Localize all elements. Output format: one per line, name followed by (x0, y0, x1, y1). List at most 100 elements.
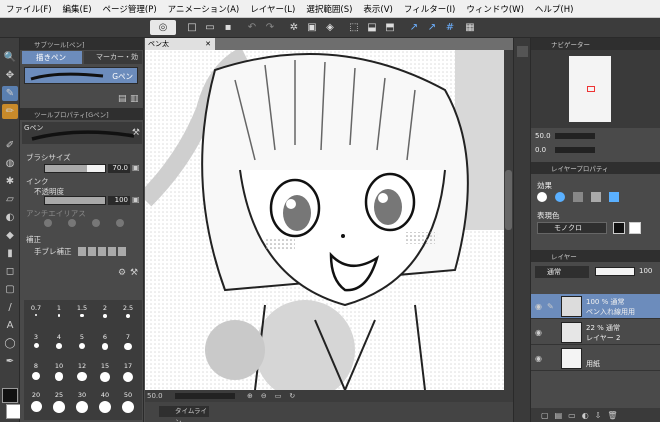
brush-size-preset[interactable]: 30 (72, 391, 92, 413)
layer-row[interactable]: ◉ 用紙 (531, 346, 660, 371)
zoom-slider[interactable] (175, 393, 235, 399)
frame-tool-icon[interactable]: ▢ (2, 282, 18, 297)
menu-view[interactable]: 表示(V) (363, 3, 392, 15)
menu-animation[interactable]: アニメーション(A) (168, 3, 240, 15)
layer-row[interactable]: ◉ ✎ 100 % 通常 ペン入れ線用用 (531, 294, 660, 319)
menu-select[interactable]: 選択範囲(S) (306, 3, 352, 15)
redo-icon[interactable]: ↷ (262, 20, 278, 35)
white-color-swatch[interactable] (629, 222, 641, 234)
close-tab-icon[interactable]: ✕ (205, 40, 211, 48)
decoration-tool-icon[interactable]: ✱ (2, 174, 18, 189)
document-tab[interactable]: ペン太 ✕ (145, 38, 215, 50)
eye-icon[interactable]: ◉ (535, 354, 544, 363)
menu-help[interactable]: ヘルプ(H) (535, 3, 574, 15)
brush-size-preset[interactable]: 4 (49, 333, 69, 355)
brush-size-preset[interactable]: 8 (26, 362, 46, 384)
delete-subtool-icon[interactable]: ▥ (130, 94, 140, 104)
eye-icon[interactable]: ◉ (535, 302, 544, 311)
antialias-options[interactable] (44, 219, 124, 229)
snap-grid-icon[interactable]: # (442, 20, 458, 35)
navigator-angle[interactable]: 0.0 (535, 146, 546, 154)
zoom-tool-icon[interactable]: 🔍 (2, 50, 18, 65)
merge-icon[interactable]: ⇩ (595, 411, 602, 420)
brush-size-preset[interactable]: 1.5 (72, 304, 92, 326)
save-icon[interactable]: ▪ (220, 20, 236, 35)
gradient-tool-icon[interactable]: ▮ (2, 246, 18, 261)
brush-size-slider[interactable] (44, 164, 106, 173)
navigator-zoom-slider[interactable] (555, 133, 595, 139)
figure-tool-icon[interactable]: ◻ (2, 264, 18, 279)
panel-toggle-icon[interactable] (517, 46, 528, 57)
navigator-view[interactable] (531, 50, 660, 128)
menu-layer[interactable]: レイヤー(L) (250, 3, 295, 15)
navigator-zoom[interactable]: 50.0 (535, 132, 551, 140)
new-vector-layer-icon[interactable]: ▤ (555, 411, 563, 420)
brush-size-preset[interactable]: 15 (95, 362, 115, 384)
move-tool-icon[interactable]: ✥ (2, 68, 18, 83)
menu-page[interactable]: ページ管理(P) (103, 3, 157, 15)
main-color-swatch[interactable] (2, 388, 18, 403)
pencil-tool-icon[interactable]: ✏ (2, 104, 18, 119)
opacity-lock-icon[interactable]: ▣ (132, 195, 140, 204)
delete-layer-icon[interactable]: 🗑 (607, 411, 617, 420)
opacity-slider[interactable] (44, 196, 106, 205)
brush-size-preset[interactable]: 2 (95, 304, 115, 326)
ruler-tool-icon[interactable]: / (2, 300, 18, 315)
layer-opacity-value[interactable]: 100 (639, 267, 652, 275)
zoom-out-icon[interactable]: ⊖ (261, 392, 267, 400)
tab-draw-pen[interactable]: 描きペン (22, 51, 82, 64)
brush-tool-icon[interactable]: ✐ (2, 138, 18, 153)
brush-size-preset[interactable]: 6 (95, 333, 115, 355)
brush-size-value[interactable]: 70.0 (108, 164, 130, 173)
deselect-icon[interactable]: ⬚ (346, 20, 362, 35)
layer-row[interactable]: ◉ 22 % 通常 レイヤー 2 (531, 320, 660, 345)
pen-tool-icon[interactable]: ✎ (2, 86, 18, 101)
expression-color-select[interactable]: モノクロ (537, 222, 607, 234)
canvas-vertical-scrollbar[interactable] (504, 50, 513, 390)
stabilize-slider[interactable] (78, 247, 128, 256)
timeline-tab[interactable]: タイムライン (159, 406, 209, 422)
brush-item-gpen[interactable]: Gペン (24, 67, 138, 84)
brush-size-preset[interactable]: 40 (95, 391, 115, 413)
fit-icon[interactable]: ▭ (275, 392, 282, 400)
balloon-tool-icon[interactable]: ◯ (2, 336, 18, 351)
brush-size-preset[interactable]: 17 (118, 362, 138, 384)
brush-size-preset[interactable]: 0.7 (26, 304, 46, 326)
airbrush-tool-icon[interactable]: ◍ (2, 156, 18, 171)
new-folder-icon[interactable]: ▭ (568, 411, 576, 420)
new-raster-layer-icon[interactable]: ▢ (541, 411, 549, 420)
layer-opacity-slider[interactable] (595, 267, 635, 276)
fill-tool-icon[interactable]: ◆ (2, 228, 18, 243)
brush-size-preset[interactable]: 25 (49, 391, 69, 413)
blend-tool-icon[interactable]: ◐ (2, 210, 18, 225)
brush-size-preset[interactable]: 3 (26, 333, 46, 355)
snap-ruler-icon[interactable]: ↗ (406, 20, 422, 35)
eye-icon[interactable]: ◉ (535, 328, 544, 337)
navigator-angle-slider[interactable] (555, 147, 595, 153)
zoom-in-icon[interactable]: ⊕ (247, 392, 253, 400)
eraser-tool-icon[interactable]: ▱ (2, 192, 18, 207)
brush-size-preset[interactable]: 7 (118, 333, 138, 355)
menu-edit[interactable]: 編集(E) (63, 3, 92, 15)
new-file-icon[interactable]: □ (184, 20, 200, 35)
opacity-value[interactable]: 100 (108, 196, 130, 205)
clip-studio-icon[interactable]: ◎ (150, 20, 176, 35)
brush-size-preset[interactable]: 5 (72, 333, 92, 355)
brush-size-preset[interactable]: 20 (26, 391, 46, 413)
open-file-icon[interactable]: ▭ (202, 20, 218, 35)
black-color-swatch[interactable] (613, 222, 625, 234)
settings-icon[interactable]: ▦ (462, 20, 478, 35)
undo-icon[interactable]: ↶ (244, 20, 260, 35)
effect-buttons[interactable] (537, 190, 637, 204)
blend-mode-select[interactable]: 通常 (535, 266, 589, 278)
brush-size-preset[interactable]: 12 (72, 362, 92, 384)
invert-selection-icon[interactable]: ⬓ (364, 20, 380, 35)
zoom-value[interactable]: 50.0 (145, 392, 175, 400)
menu-filter[interactable]: フィルター(I) (404, 3, 455, 15)
snap-special-ruler-icon[interactable]: ↗ (424, 20, 440, 35)
wrench-icon-2[interactable]: ⚒ (130, 268, 138, 278)
brush-size-preset[interactable]: 1 (49, 304, 69, 326)
fill-icon[interactable]: ◈ (322, 20, 338, 35)
rotate-icon[interactable]: ↻ (289, 392, 295, 400)
tab-marker[interactable]: マーカー・効 (84, 51, 142, 64)
